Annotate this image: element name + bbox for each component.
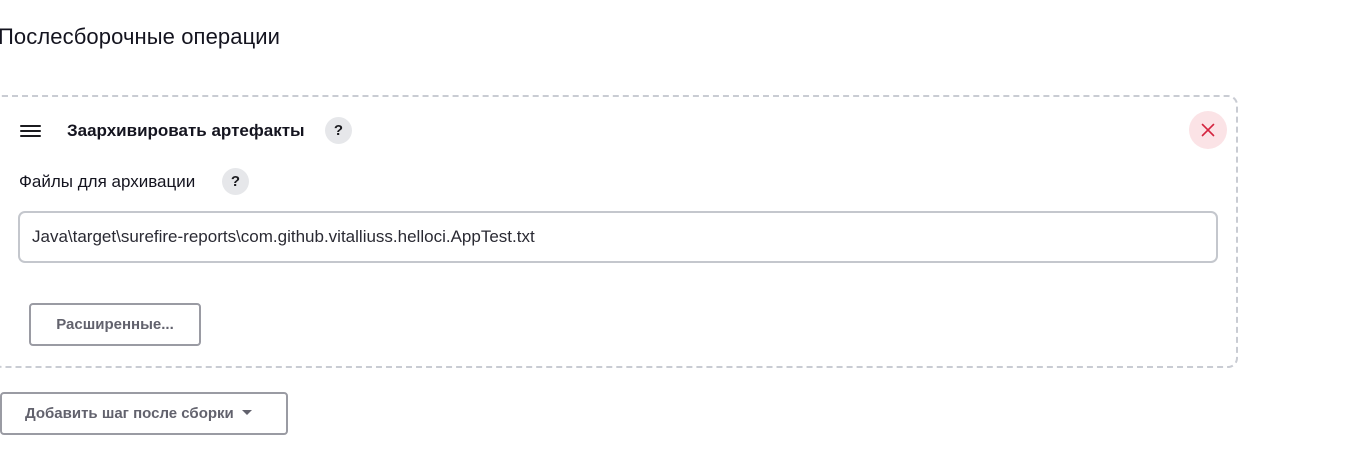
step-help-icon[interactable]: ? bbox=[325, 117, 352, 144]
caret-down-icon bbox=[241, 409, 252, 415]
files-to-archive-input[interactable] bbox=[18, 211, 1218, 263]
close-icon bbox=[1201, 123, 1215, 137]
advanced-button[interactable]: Расширенные... bbox=[29, 303, 201, 346]
step-title: Заархивировать артефакты bbox=[67, 121, 305, 140]
field-help-icon[interactable]: ? bbox=[222, 168, 249, 195]
add-post-build-step-button[interactable]: Добавить шаг после сборки bbox=[0, 392, 288, 435]
post-build-page: Послесборочные операции Заархивировать а… bbox=[0, 0, 1348, 474]
add-step-label: Добавить шаг после сборки bbox=[25, 405, 234, 422]
section-title: Послесборочные операции bbox=[0, 24, 281, 49]
drag-handle-icon[interactable] bbox=[20, 125, 41, 137]
remove-step-button[interactable] bbox=[1189, 111, 1227, 149]
files-to-archive-label: Файлы для архивации bbox=[19, 172, 196, 191]
